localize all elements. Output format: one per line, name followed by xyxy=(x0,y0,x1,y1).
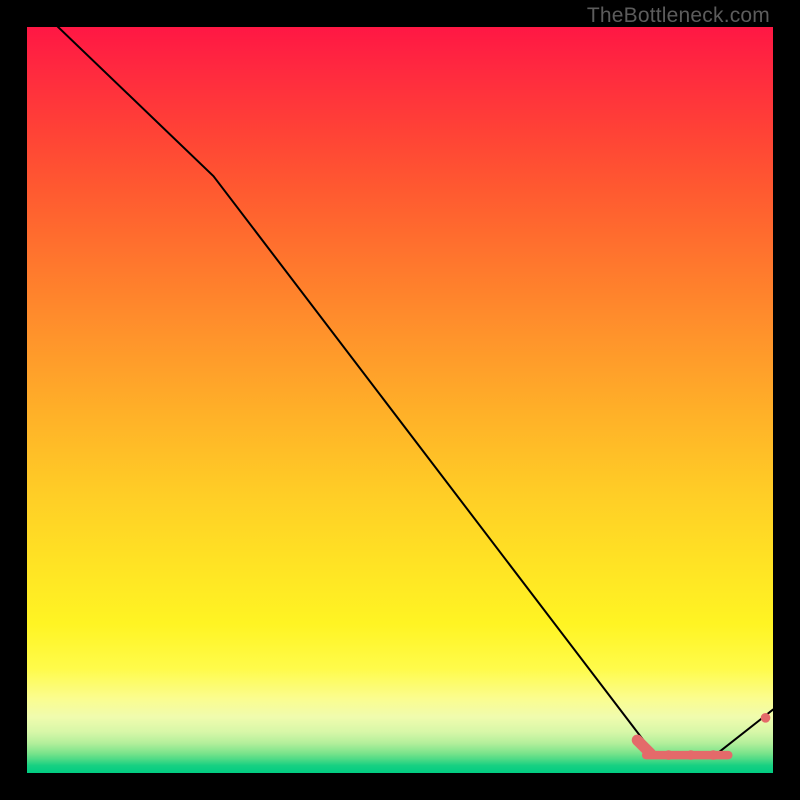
watermark-text: TheBottleneck.com xyxy=(587,4,770,28)
curve-layer xyxy=(27,27,773,773)
bottleneck-curve-path xyxy=(27,27,773,757)
plot-area xyxy=(27,27,773,773)
chart-stage: TheBottleneck.com xyxy=(0,0,800,800)
flat-segment-highlight xyxy=(637,713,770,760)
